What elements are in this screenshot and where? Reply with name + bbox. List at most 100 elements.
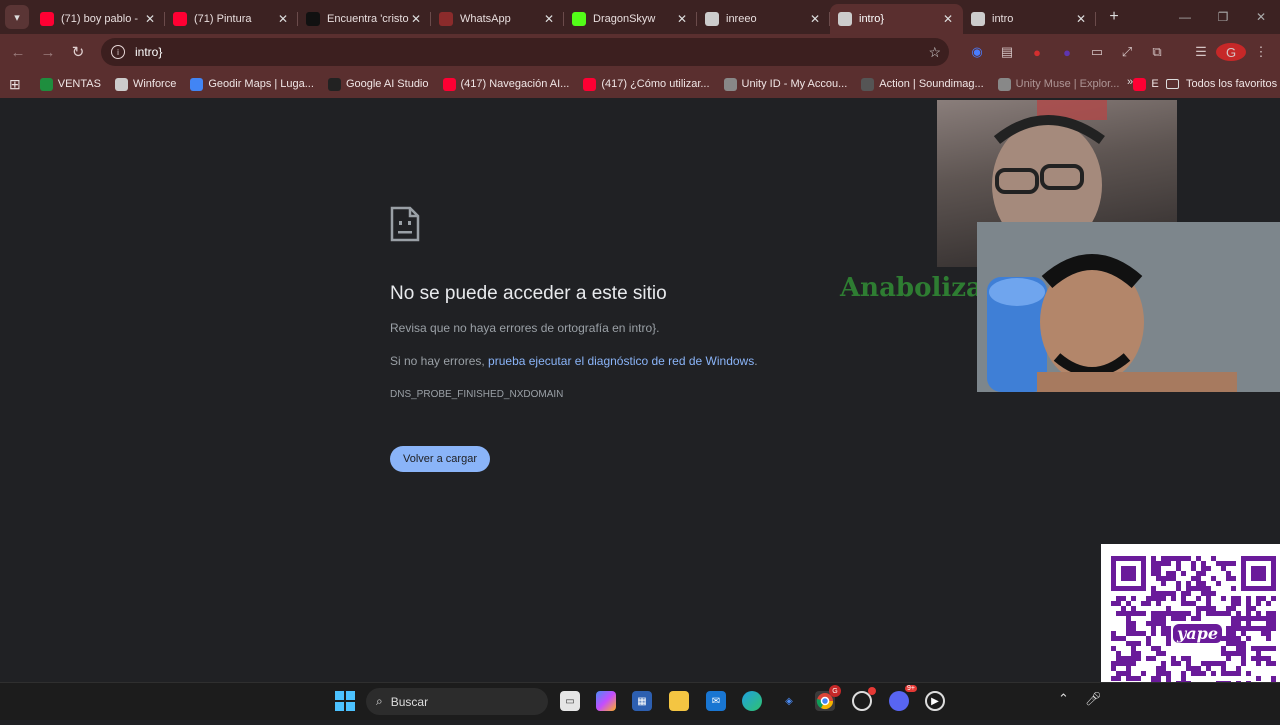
edge-icon[interactable] [742, 691, 762, 711]
bookmark-item[interactable]: Google AI Studio [327, 72, 429, 96]
new-tab-button[interactable]: + [1100, 8, 1128, 26]
outlook-icon[interactable]: ✉ [706, 691, 726, 711]
kick-icon [572, 12, 586, 26]
bookmark-item[interactable]: Geodir Maps | Luga... [190, 72, 314, 96]
windows-start-icon[interactable] [335, 691, 355, 711]
close-tab-icon[interactable]: ✕ [941, 12, 955, 26]
tab[interactable]: DragonSkyw ✕ [564, 4, 697, 34]
tab[interactable]: (71) boy pablo - ✕ [32, 4, 165, 34]
bookmark-label: (417) Navegación AI... [460, 78, 570, 90]
tab-title: intro} [859, 13, 885, 25]
extension-icon[interactable]: ◉ [962, 44, 992, 60]
extension-icon[interactable]: ● [1022, 45, 1052, 60]
tabs: (71) boy pablo - ✕ (71) Pintura ✕ Encuentra … [32, 0, 1096, 34]
bookmark-item[interactable]: Action | Soundimag... [861, 72, 984, 96]
tab-title: Encuentra 'cristo [327, 13, 409, 25]
tab[interactable]: intro ✕ [963, 4, 1096, 34]
tab[interactable]: Encuentra 'cristo ✕ [298, 4, 431, 34]
file-explorer-icon[interactable] [669, 691, 689, 711]
tab-title: (71) boy pablo - [61, 13, 139, 25]
copilot-icon[interactable] [596, 691, 616, 711]
sheets-icon [39, 77, 53, 91]
discord-icon[interactable]: 9+ [889, 685, 917, 711]
globe-icon [971, 12, 985, 26]
bookmarks-bar: ⊞ VENTAS Winforce Geodir Maps | Luga... Goo… [0, 70, 1280, 98]
tab-title: (71) Pintura [194, 13, 252, 25]
qr-brand: yape [1173, 624, 1223, 643]
map-pin-icon [190, 77, 204, 91]
close-tab-icon[interactable]: ✕ [409, 12, 423, 26]
arrow-left-icon: ← [10, 43, 26, 61]
forward-button[interactable]: → [33, 44, 63, 61]
close-tab-icon[interactable]: ✕ [276, 12, 290, 26]
youtube-icon [583, 77, 597, 91]
site-info-icon[interactable]: i [111, 45, 125, 59]
menu-icon[interactable]: ⋮ [1246, 44, 1276, 60]
maximize-button[interactable]: ❐ [1204, 0, 1242, 34]
bookmark-item[interactable]: VENTAS [39, 72, 101, 96]
microphone-icon[interactable]: 🎤︎ [1085, 691, 1102, 707]
bookmark-item[interactable]: Unity Muse | Explor... [997, 72, 1119, 96]
tab[interactable]: (71) Pintura ✕ [165, 4, 298, 34]
reload-page-button[interactable]: Volver a cargar [390, 446, 490, 472]
error-suggestion: Si no hay errores, prueba ejecutar el di… [390, 354, 758, 368]
close-tab-icon[interactable]: ✕ [542, 12, 556, 26]
arrow-right-icon: → [40, 43, 56, 61]
youtube-icon [1133, 77, 1147, 91]
extension-icon[interactable]: ▤ [992, 44, 1022, 60]
close-tab-icon[interactable]: ✕ [675, 12, 689, 26]
globe-icon [114, 77, 128, 91]
globe-icon [838, 12, 852, 26]
network-diagnostics-link[interactable]: prueba ejecutar el diagnóstico de red de… [488, 354, 754, 368]
bookmark-item[interactable]: E [1133, 72, 1159, 96]
extensions-area: ◉ ▤ ● ● ▭ ⤢ ⧉ [962, 34, 1172, 70]
tab[interactable]: WhatsApp ✕ [431, 4, 564, 34]
close-tab-icon[interactable]: ✕ [808, 12, 822, 26]
tab-title: WhatsApp [460, 13, 511, 25]
profile-area: ☰ G ⋮ [1186, 34, 1276, 70]
globe-icon [705, 12, 719, 26]
obs-icon[interactable] [852, 687, 876, 711]
reload-button[interactable]: ↻ [63, 43, 93, 61]
close-tab-icon[interactable]: ✕ [1074, 12, 1088, 26]
tab-strip: ▾ (71) boy pablo - ✕ (71) Pintura ✕ Encuentr… [0, 0, 1280, 34]
webcam-overlay-2 [977, 222, 1280, 392]
media-player-icon[interactable]: ▶ [925, 691, 945, 711]
tab[interactable]: inreeo ✕ [697, 4, 830, 34]
bookmark-item[interactable]: (417) ¿Cómo utilizar... [583, 72, 710, 96]
task-view-icon[interactable]: ▭ [560, 691, 580, 711]
chrome-icon[interactable]: G [815, 685, 841, 711]
bookmark-star-icon[interactable]: ☆ [928, 44, 941, 61]
tab[interactable]: intro} ✕ [830, 4, 963, 34]
minimize-button[interactable]: — [1166, 0, 1204, 34]
suggestion-prefix: Si no hay errores, [390, 354, 489, 368]
bookmark-item[interactable]: (417) Navegación AI... [442, 72, 570, 96]
all-bookmarks-folder[interactable]: Todos los favoritos [1166, 72, 1277, 96]
close-tab-icon[interactable]: ✕ [143, 12, 157, 26]
extension-icon[interactable]: ▭ [1082, 44, 1112, 60]
extensions-puzzle-icon[interactable]: ⧉ [1142, 44, 1172, 60]
bookmark-item[interactable]: Winforce [114, 72, 176, 96]
bookmark-label: Unity ID - My Accou... [741, 78, 848, 90]
taskbar-search[interactable]: ⌕ Buscar [366, 688, 548, 715]
tab-search-button[interactable]: ▾ [5, 5, 29, 29]
all-bookmarks-label: Todos los favoritos [1186, 78, 1278, 90]
store-icon[interactable]: ▦ [632, 691, 652, 711]
unity-icon [723, 77, 737, 91]
extension-icon[interactable]: ● [1052, 45, 1082, 60]
tiktok-icon [306, 12, 320, 26]
address-bar[interactable]: i intro} ☆ [101, 38, 949, 66]
apps-icon[interactable]: ⊞ [9, 72, 21, 96]
youtube-icon [40, 12, 54, 26]
more-bookmarks-button[interactable]: » [1127, 76, 1133, 88]
reading-list-icon[interactable]: ☰ [1186, 44, 1216, 60]
tab-title: inreeo [726, 13, 757, 25]
url-text[interactable]: intro} [135, 45, 162, 59]
back-button[interactable]: ← [3, 44, 33, 61]
bookmark-item[interactable]: Unity ID - My Accou... [723, 72, 848, 96]
extension-icon[interactable]: ⤢ [1112, 44, 1142, 60]
profile-avatar[interactable]: G [1216, 43, 1246, 61]
vscode-icon[interactable]: ◈ [779, 691, 799, 711]
chevron-up-icon[interactable]: ⌃ [1058, 691, 1069, 707]
close-window-button[interactable]: ✕ [1242, 0, 1280, 34]
